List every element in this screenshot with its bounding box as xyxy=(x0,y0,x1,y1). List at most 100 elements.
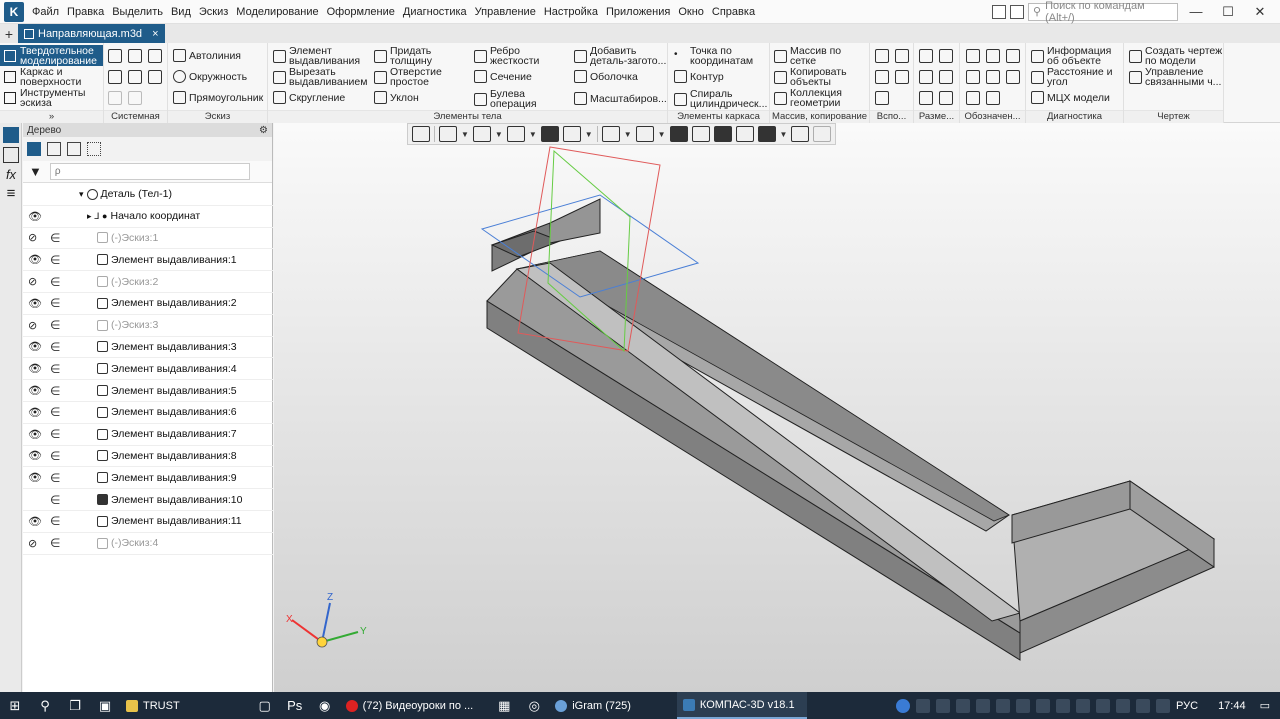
save-disabled-icon[interactable] xyxy=(148,49,162,63)
open-file-icon[interactable] xyxy=(128,49,142,63)
save-icon[interactable] xyxy=(148,70,162,84)
command-search-input[interactable]: ⚲ Поиск по командам (Alt+/) xyxy=(1028,0,1178,24)
linear-dim-icon[interactable] xyxy=(919,49,933,63)
tree-row[interactable]: ▾ Деталь (Тел-1) xyxy=(23,184,273,206)
aux-plane-icon[interactable] xyxy=(875,49,889,63)
tree-order-icon[interactable] xyxy=(47,142,61,156)
weld-icon[interactable] xyxy=(986,91,1000,105)
menu-help[interactable]: Справка xyxy=(708,6,759,18)
visibility-eye-icon[interactable]: 👁 xyxy=(28,210,44,223)
menu-settings[interactable]: Настройка xyxy=(540,6,602,18)
aux-line-icon[interactable] xyxy=(875,91,889,105)
tray-triangle-icon[interactable] xyxy=(956,698,971,713)
windows-start-icon[interactable]: ⊞ xyxy=(0,692,30,719)
tray-cloud2-icon[interactable] xyxy=(1036,698,1051,713)
hole-button[interactable]: Отверстие простое xyxy=(374,67,442,87)
include-in-calc-icon[interactable]: ∈ xyxy=(50,427,60,441)
base-icon[interactable] xyxy=(966,91,980,105)
cut-extrude-button[interactable]: Вырезать выдавливанием xyxy=(273,67,367,87)
restore-layout-icon[interactable] xyxy=(992,4,1006,19)
notifications-icon[interactable]: ▭ xyxy=(1260,699,1270,712)
tree-row[interactable]: ⊘ ∈ (-)Эскиз:4 xyxy=(23,533,273,555)
visibility-eye-icon[interactable]: 👁 xyxy=(28,406,44,419)
taskbar-igram[interactable]: iGram (725) xyxy=(549,692,637,719)
include-in-calc-icon[interactable]: ∈ xyxy=(50,340,60,354)
hidden-eye-icon[interactable]: ⊘ xyxy=(28,231,44,244)
include-in-calc-icon[interactable]: ∈ xyxy=(50,514,60,528)
diag-group-label[interactable]: Диагностика xyxy=(1026,110,1123,123)
geometry-collection-button[interactable]: Коллекция геометрии xyxy=(774,88,842,108)
thicken-button[interactable]: Придать толщину xyxy=(374,46,432,66)
tray-shield-icon[interactable] xyxy=(996,698,1011,713)
tree-row[interactable]: 👁 ∈ Элемент выдавливания:1 xyxy=(23,249,273,272)
tree-search-input[interactable] xyxy=(49,163,250,180)
position-icon[interactable] xyxy=(1006,70,1020,84)
visibility-eye-icon[interactable]: 👁 xyxy=(28,362,44,375)
tree-node[interactable]: Элемент выдавливания:7 xyxy=(97,428,237,440)
whatsapp-icon[interactable]: ◎ xyxy=(519,692,549,719)
aux-csys-icon[interactable] xyxy=(895,70,909,84)
include-in-calc-icon[interactable]: ∈ xyxy=(50,275,60,289)
redo-icon[interactable] xyxy=(128,91,142,105)
visibility-eye-icon[interactable]: 👁 xyxy=(28,449,44,462)
contour-button[interactable]: Контур xyxy=(674,70,724,83)
tree-node[interactable]: ▸ ⅃ ● Начало координат xyxy=(87,210,200,222)
chrome-icon[interactable]: ◉ xyxy=(310,692,340,719)
new-file-icon[interactable] xyxy=(108,49,122,63)
search-icon[interactable]: ⚲ xyxy=(30,692,60,719)
preview-icon[interactable] xyxy=(128,70,142,84)
hidden-eye-icon[interactable]: ⊘ xyxy=(28,275,44,288)
include-in-calc-icon[interactable]: ∈ xyxy=(50,384,60,398)
tree-row[interactable]: ⊘ ∈ (-)Эскиз:3 xyxy=(23,315,273,337)
menu-select[interactable]: Выделить xyxy=(108,6,167,18)
shell-button[interactable]: Оболочка xyxy=(574,70,638,83)
close-button[interactable]: ✕ xyxy=(1246,4,1274,20)
tree-settings-icon[interactable]: ⚙ xyxy=(259,125,268,136)
fillet-button[interactable]: Скругление xyxy=(273,91,345,104)
clock[interactable]: 17:44 xyxy=(1218,700,1246,712)
tree-node[interactable]: (-)Эскиз:2 xyxy=(97,276,158,288)
create-drawing-button[interactable]: Создать чертеж по модели xyxy=(1129,46,1222,66)
spiral-button[interactable]: Спираль цилиндрическ... xyxy=(674,89,767,109)
menu-edit[interactable]: Правка xyxy=(63,6,108,18)
tree-node[interactable]: Элемент выдавливания:9 xyxy=(97,472,237,484)
include-in-calc-icon[interactable]: ∈ xyxy=(50,231,60,245)
mark-icon[interactable] xyxy=(986,70,1000,84)
expand-closed-icon[interactable]: ▸ xyxy=(87,211,92,222)
angle-dim-icon[interactable] xyxy=(919,70,933,84)
aux-point-icon[interactable] xyxy=(875,70,889,84)
mode-wireframe-surfaces[interactable]: Каркас и поверхности xyxy=(0,66,103,87)
tolerance-icon[interactable] xyxy=(1006,49,1020,63)
scale-button[interactable]: Масштабиров... xyxy=(574,92,667,105)
array-mesh-button[interactable]: Массив по сетке xyxy=(774,46,841,66)
tree-node[interactable]: Элемент выдавливания:4 xyxy=(97,363,237,375)
boolean-button[interactable]: Булева операция xyxy=(474,89,537,109)
menu-window[interactable]: Окно xyxy=(674,6,708,18)
add-part-button[interactable]: Добавить деталь-загото... xyxy=(574,46,666,66)
thread-dim-icon[interactable] xyxy=(939,91,953,105)
camera-icon[interactable] xyxy=(1010,4,1024,19)
object-info-button[interactable]: Информация об объекте xyxy=(1031,46,1111,66)
visibility-eye-icon[interactable]: 👁 xyxy=(28,297,44,310)
autoline-button[interactable]: Автолиния xyxy=(173,49,241,62)
bluetooth-icon[interactable] xyxy=(1076,698,1091,713)
minimize-button[interactable]: — xyxy=(1182,4,1210,19)
tree-structure-icon[interactable] xyxy=(27,142,41,156)
body-group-label[interactable]: Элементы тела xyxy=(268,110,667,123)
include-in-calc-icon[interactable]: ∈ xyxy=(50,296,60,310)
point-by-coords-button[interactable]: • Точка по координатам xyxy=(674,46,753,67)
visibility-eye-icon[interactable]: 👁 xyxy=(28,471,44,484)
properties-panel-icon[interactable] xyxy=(3,147,19,163)
rib-button[interactable]: Ребро жесткости xyxy=(474,46,539,66)
aux-axis-icon[interactable] xyxy=(895,49,909,63)
visibility-eye-icon[interactable]: 👁 xyxy=(28,253,44,266)
visibility-eye-icon[interactable]: 👁 xyxy=(28,515,44,528)
section-button[interactable]: Сечение xyxy=(474,70,532,83)
undo-icon[interactable] xyxy=(108,91,122,105)
include-in-calc-icon[interactable]: ∈ xyxy=(50,318,60,332)
filter-icon[interactable]: ▼ xyxy=(29,164,42,179)
rectangle-button[interactable]: Прямоугольник xyxy=(173,91,263,104)
tray-app3-icon[interactable] xyxy=(1116,698,1131,713)
print-icon[interactable] xyxy=(108,70,122,84)
document-tab[interactable]: Направляющая.m3d × xyxy=(18,24,165,43)
